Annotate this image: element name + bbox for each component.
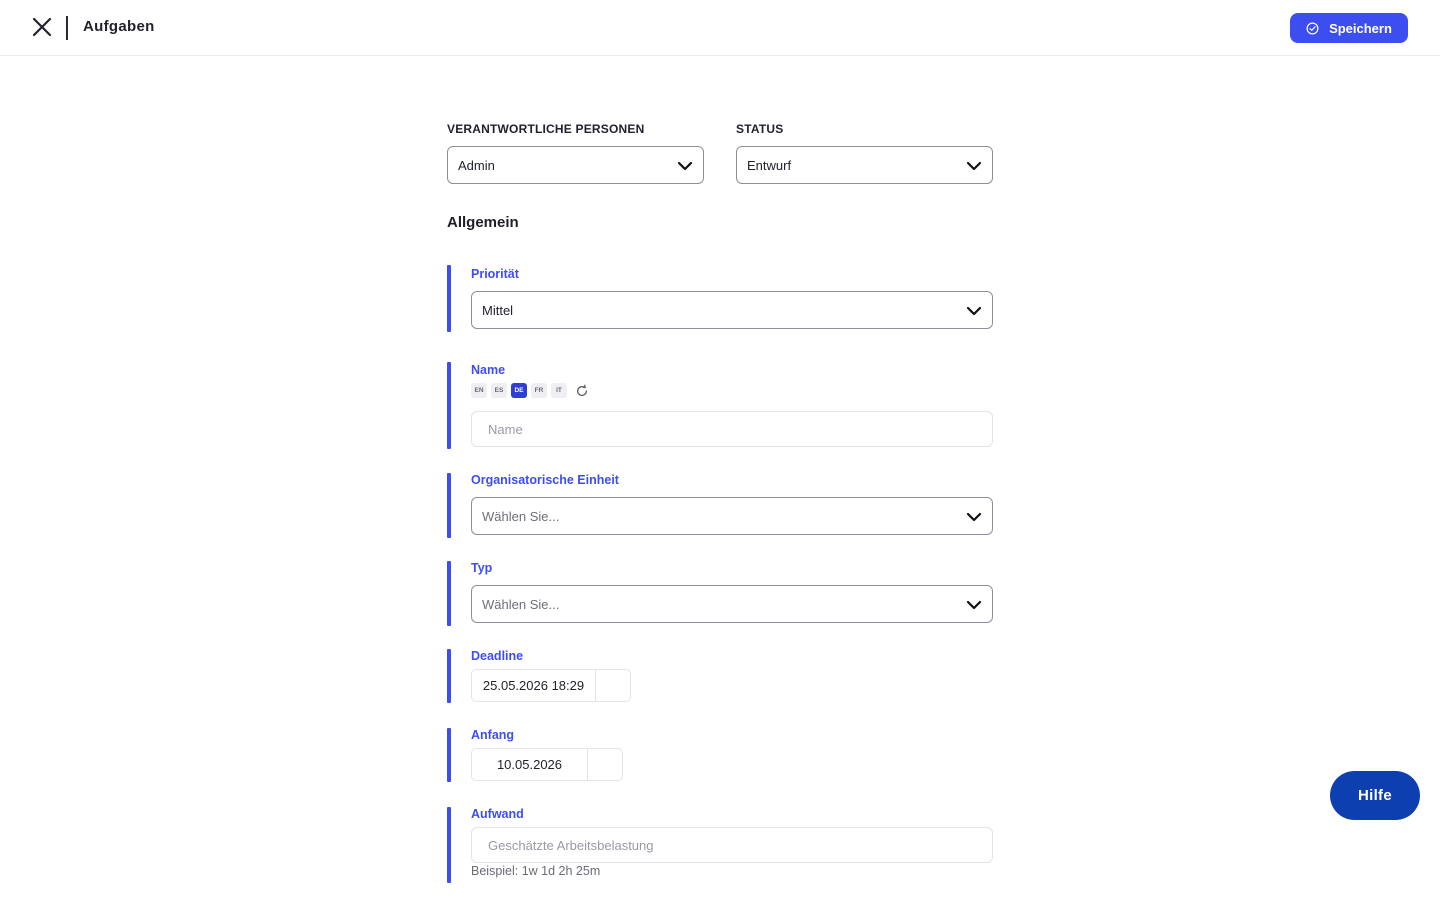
language-chip-en[interactable]: EN <box>471 383 487 398</box>
priority-select[interactable]: Mittel <box>471 291 993 329</box>
field-accent-bar <box>447 728 451 782</box>
deadline-picker-toggle[interactable] <box>596 670 630 701</box>
help-button[interactable]: Hilfe <box>1330 771 1420 820</box>
deadline-value: 25.05.2026 18:29 <box>472 670 596 701</box>
field-accent-bar <box>447 561 451 626</box>
page-title: Aufgaben <box>83 18 155 35</box>
field-accent-bar <box>447 807 451 883</box>
section-title: Allgemein <box>447 214 519 231</box>
language-chip-fr[interactable]: FR <box>531 383 547 398</box>
start-date-picker-toggle[interactable] <box>588 749 622 780</box>
org-unit-select[interactable]: Wählen Sie... <box>471 497 993 535</box>
status-select[interactable]: Entwurf <box>736 146 993 184</box>
language-chip-de[interactable]: DE <box>511 383 527 398</box>
close-icon[interactable] <box>30 15 54 39</box>
chevron-down-icon <box>677 161 693 171</box>
save-button-label: Speichern <box>1329 20 1392 36</box>
field-accent-bar <box>447 362 451 449</box>
effort-hint: Beispiel: 1w 1d 2h 25m <box>471 864 601 878</box>
priority-value: Mittel <box>482 302 514 318</box>
chevron-down-icon <box>966 161 982 171</box>
refresh-icon[interactable] <box>575 384 589 398</box>
header-divider <box>66 16 68 40</box>
language-chip-it[interactable]: IT <box>551 383 567 398</box>
org-unit-placeholder: Wählen Sie... <box>482 508 560 524</box>
priority-label: Priorität <box>471 267 519 281</box>
deadline-label: Deadline <box>471 649 524 663</box>
field-accent-bar <box>447 649 451 703</box>
field-accent-bar <box>447 265 451 332</box>
language-selector: EN ES DE FR IT <box>471 383 589 398</box>
effort-input[interactable] <box>471 827 993 863</box>
type-label: Typ <box>471 561 493 575</box>
check-circle-icon <box>1306 22 1319 34</box>
responsible-select[interactable]: Admin <box>447 146 704 184</box>
effort-label: Aufwand <box>471 807 524 821</box>
deadline-picker[interactable]: 25.05.2026 18:29 <box>471 669 631 702</box>
type-select[interactable]: Wählen Sie... <box>471 585 993 623</box>
responsible-value: Admin <box>458 157 495 173</box>
language-chip-es[interactable]: ES <box>491 383 507 398</box>
type-placeholder: Wählen Sie... <box>482 596 560 612</box>
field-accent-bar <box>447 473 451 538</box>
start-label: Anfang <box>471 728 515 742</box>
chevron-down-icon <box>966 306 982 316</box>
name-input[interactable] <box>471 411 993 447</box>
start-date-picker[interactable]: 10.05.2026 <box>471 748 623 781</box>
responsible-label: VERANTWORTLICHE PERSONEN <box>447 122 645 136</box>
org-unit-label: Organisatorische Einheit <box>471 473 619 487</box>
top-bar: Aufgaben Speichern <box>0 0 1440 56</box>
chevron-down-icon <box>966 512 982 522</box>
status-label: STATUS <box>736 122 784 136</box>
status-value: Entwurf <box>747 157 792 173</box>
save-button[interactable]: Speichern <box>1290 13 1408 43</box>
name-label: Name <box>471 363 506 377</box>
chevron-down-icon <box>966 600 982 610</box>
start-date-value: 10.05.2026 <box>472 749 588 780</box>
